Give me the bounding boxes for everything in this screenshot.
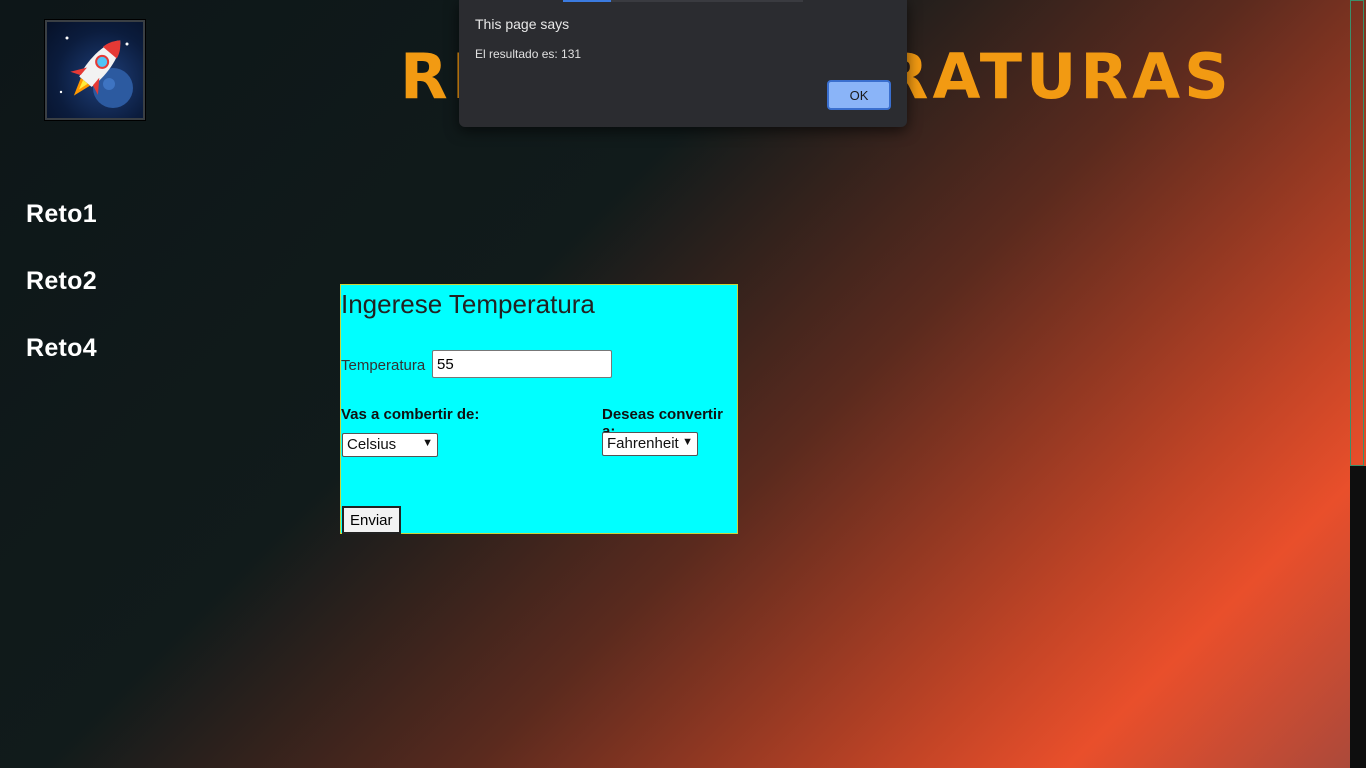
rocket-icon xyxy=(59,36,133,108)
alert-dialog: This page says El resultado es: 131 OK xyxy=(459,0,907,127)
nav-link-reto4[interactable]: Reto4 xyxy=(26,334,97,363)
dialog-loading-bar xyxy=(563,0,803,2)
chevron-down-icon: ▼ xyxy=(422,437,433,449)
scrollbar-track[interactable] xyxy=(1350,466,1366,768)
temperature-label: Temperatura xyxy=(341,357,426,374)
temperature-form: Ingerese Temperatura Temperatura Vas a c… xyxy=(340,284,738,534)
to-unit-value: Fahrenheit xyxy=(607,435,679,452)
submit-button[interactable]: Enviar xyxy=(342,506,401,534)
ok-button[interactable]: OK xyxy=(827,80,891,110)
chevron-down-icon: ▼ xyxy=(682,436,693,448)
from-unit-value: Celsius xyxy=(347,436,397,453)
form-heading: Ingerese Temperatura xyxy=(341,289,595,319)
temperature-input[interactable] xyxy=(432,350,612,378)
side-nav: Reto1 Reto2 Reto4 xyxy=(26,200,97,401)
nav-link-reto1[interactable]: Reto1 xyxy=(26,200,97,229)
dialog-message: El resultado es: 131 xyxy=(475,47,582,61)
to-unit-select[interactable]: Fahrenheit ▼ xyxy=(602,432,698,456)
scrollbar-thumb[interactable] xyxy=(1350,0,1364,466)
from-unit-label: Vas a combertir de: xyxy=(341,406,480,423)
nav-link-reto2[interactable]: Reto2 xyxy=(26,267,97,296)
from-unit-select[interactable]: Celsius ▼ xyxy=(342,433,438,457)
dialog-title: This page says xyxy=(475,16,570,32)
site-logo xyxy=(45,20,145,120)
